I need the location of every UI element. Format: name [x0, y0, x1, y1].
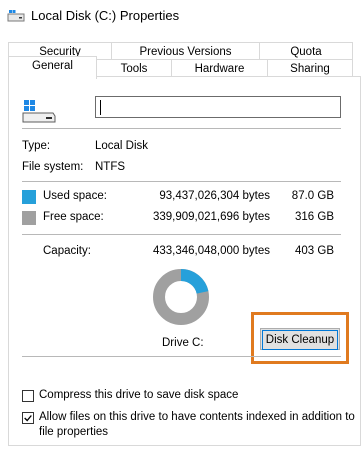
used-space-swatch: [22, 190, 36, 204]
free-space-label: Free space:: [43, 211, 104, 223]
used-space-bytes: 93,437,026,304 bytes: [159, 190, 270, 202]
hard-drive-icon: [22, 100, 56, 123]
checkmark-icon: [24, 415, 32, 422]
compress-label[interactable]: Compress this drive to save disk space: [39, 388, 238, 403]
used-space-gb: 87.0 GB: [291, 190, 334, 202]
file-system-value: NTFS: [95, 161, 126, 173]
compress-checkbox[interactable]: [22, 390, 34, 402]
index-label-line2[interactable]: file properties: [39, 425, 108, 440]
used-space-label: Used space:: [43, 190, 107, 202]
capacity-bytes: 433,346,048,000 bytes: [152, 245, 270, 257]
type-label: Type:: [22, 140, 51, 152]
index-label-line1[interactable]: Allow files on this drive to have conten…: [39, 410, 355, 425]
volume-label-input[interactable]: [95, 96, 341, 118]
free-space-bytes: 339,909,021,696 bytes: [152, 211, 270, 223]
divider: [22, 128, 341, 129]
type-value: Local Disk: [95, 140, 149, 152]
free-space-swatch: [22, 211, 36, 225]
divider: [22, 181, 341, 182]
disk-cleanup-label: Disk Cleanup: [262, 330, 338, 350]
divider: [22, 234, 341, 235]
divider: [22, 356, 341, 357]
disk-usage-donut: [153, 269, 209, 325]
file-system-label: File system:: [22, 161, 84, 173]
capacity-label: Capacity:: [43, 245, 91, 257]
free-space-gb: 316 GB: [295, 211, 334, 223]
text-caret: [100, 100, 101, 115]
disk-cleanup-button[interactable]: Disk Cleanup: [260, 328, 340, 350]
index-checkbox[interactable]: [22, 412, 34, 424]
capacity-gb: 403 GB: [295, 245, 334, 257]
drive-label: Drive C:: [162, 337, 204, 349]
